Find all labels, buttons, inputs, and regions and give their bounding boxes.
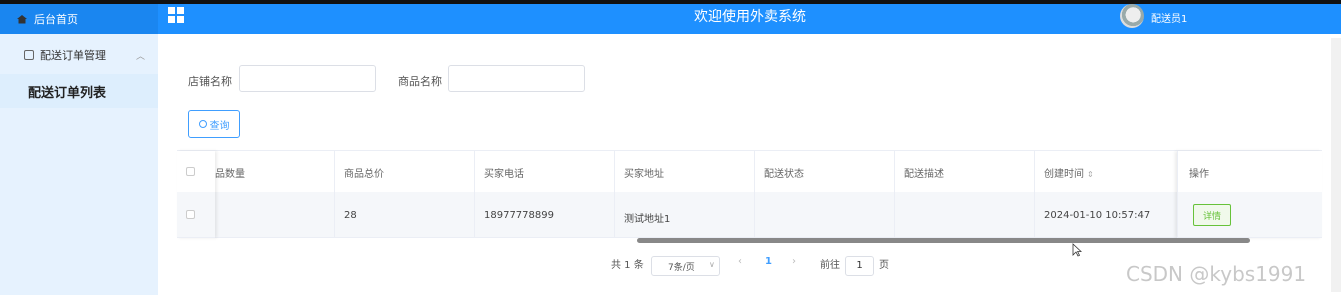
column-header-address: 买家地址 [624,169,664,180]
table-header: 品数量 商品总价 买家电话 买家地址 配送状态 配送描述 创建时间 ⇕ 操作 [177,151,1322,193]
home-icon [17,15,27,24]
column-divider [474,151,475,237]
home-link[interactable]: 后台首页 [0,4,158,34]
column-divider [894,151,895,237]
select-all-checkbox[interactable] [186,167,195,176]
orders-table: 品数量 商品总价 买家电话 买家地址 配送状态 配送描述 创建时间 ⇕ 操作 28… [177,150,1322,243]
column-header-phone: 买家电话 [484,169,524,180]
search-button[interactable]: 查询 [188,110,240,138]
cell-phone: 18977778899 [484,210,554,221]
current-page-number[interactable]: 1 [765,256,772,267]
fixed-selection-column [177,151,215,238]
page-size-value: 7条/页 [668,263,695,273]
page-size-select[interactable]: 7条/页 ∨ [651,256,720,276]
sidebar-group-delivery-orders[interactable]: 配送订单管理 ︿ [0,38,158,72]
sidebar-item-label: 配送订单列表 [28,85,107,101]
cell-total-price: 28 [344,210,357,221]
column-header-status: 配送状态 [764,169,804,180]
horizontal-scrollbar[interactable] [637,238,1250,243]
detail-button[interactable]: 详情 [1193,204,1231,226]
mouse-cursor-icon [1072,243,1082,257]
goto-label: 前往 [820,260,840,271]
column-header-description: 配送描述 [904,169,944,180]
user-name[interactable]: 配送员1 [1151,10,1187,25]
column-divider [614,151,615,237]
product-name-input[interactable] [448,65,585,92]
pagination-total: 共 1 条 [611,260,644,271]
page-title: 欢迎使用外卖系统 [694,9,806,25]
column-divider [334,151,335,237]
chevron-up-icon: ︿ [136,52,146,62]
next-page-icon[interactable]: › [792,256,796,267]
grid-menu-icon[interactable] [168,7,184,23]
created-at-label: 创建时间 [1044,169,1084,180]
vertical-scrollbar[interactable] [1331,38,1341,292]
sort-icon[interactable]: ⇕ [1087,170,1094,179]
column-divider [754,151,755,237]
watermark: CSDN @kybs1991 [1126,262,1307,286]
goto-page-input[interactable]: 1 [845,256,874,276]
prev-page-icon[interactable]: ‹ [738,256,742,267]
sidebar-group-label: 配送订单管理 [40,49,106,62]
search-icon [198,120,207,128]
table-row: 28 18977778899 测试地址1 2024-01-10 10:57:47 [177,192,1322,238]
product-name-label: 商品名称 [398,75,442,88]
document-icon [24,50,34,60]
cell-created-at: 2024-01-10 10:57:47 [1044,210,1151,221]
row-checkbox[interactable] [186,210,195,219]
column-header-total-price: 商品总价 [344,169,384,180]
cell-address: 测试地址1 [624,214,671,225]
column-header-created-at[interactable]: 创建时间 ⇕ [1044,165,1094,180]
chevron-down-icon: ∨ [709,260,715,269]
page-unit-label: 页 [879,260,889,271]
search-button-label: 查询 [209,120,230,132]
sidebar-item-delivery-order-list[interactable]: 配送订单列表 [0,74,158,108]
column-header-quantity: 品数量 [215,169,245,180]
shop-name-label: 店铺名称 [188,75,232,88]
avatar[interactable] [1120,4,1144,28]
home-label: 后台首页 [34,13,78,26]
column-divider [1034,151,1035,237]
shop-name-input[interactable] [239,65,376,92]
